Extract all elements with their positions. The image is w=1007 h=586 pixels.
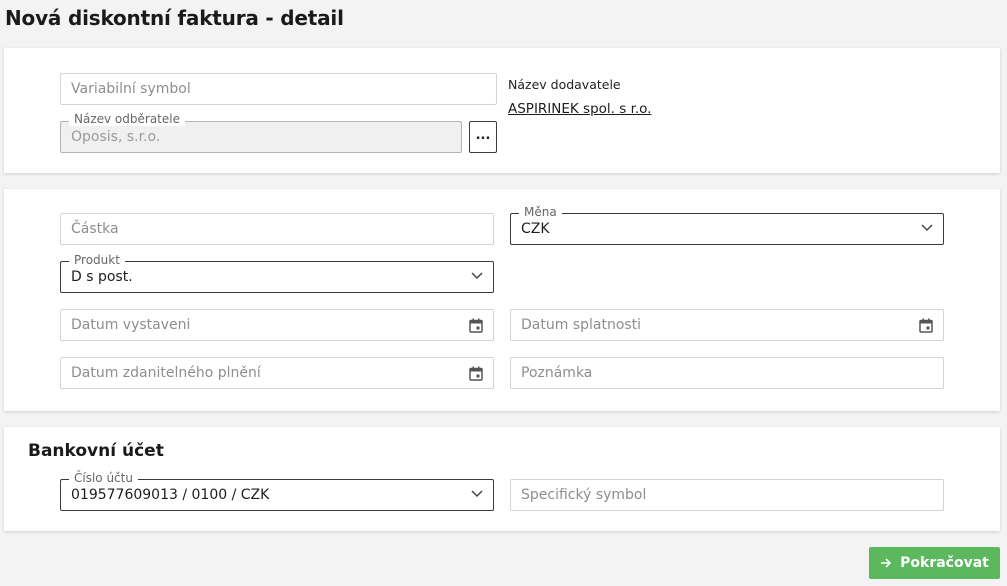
chevron-down-icon <box>471 272 483 280</box>
product-label: Produkt <box>69 253 125 267</box>
note-input[interactable]: Poznámka <box>510 357 944 389</box>
customer-name-value: Oposis, s.r.o. <box>71 129 161 145</box>
calendar-icon[interactable] <box>469 366 483 381</box>
taxable-date-input[interactable]: Datum zdanitelného plnění <box>60 357 494 389</box>
issue-date-input[interactable]: Datum vystaveni <box>60 309 494 341</box>
due-date-input[interactable]: Datum splatnosti <box>510 309 944 341</box>
customer-name-field: Název odběratele Oposis, s.r.o. <box>60 112 462 153</box>
specific-symbol-input[interactable]: Specifický symbol <box>510 479 944 511</box>
customer-picker-button[interactable]: ... <box>469 121 497 153</box>
parties-card: Variabilní symbol Název odběratele Oposi… <box>4 48 1000 173</box>
specific-symbol-placeholder: Specifický symbol <box>521 487 647 503</box>
product-value: D s post. <box>71 269 133 285</box>
currency-value: CZK <box>521 221 550 237</box>
variable-symbol-input[interactable]: Variabilní symbol <box>60 73 497 105</box>
taxable-date-placeholder: Datum zdanitelného plnění <box>71 365 261 381</box>
bank-section-title: Bankovní účet <box>28 441 164 461</box>
currency-select[interactable]: Měna CZK <box>510 205 944 245</box>
calendar-icon[interactable] <box>919 318 933 333</box>
amount-placeholder: Částka <box>71 221 119 237</box>
account-number-label: Číslo účtu <box>69 471 138 485</box>
currency-label: Měna <box>519 205 562 219</box>
bank-card: Bankovní účet Číslo účtu 019577609013 / … <box>4 427 1000 531</box>
variable-symbol-placeholder: Variabilní symbol <box>71 81 191 97</box>
supplier-name-label: Název dodavatele <box>508 77 621 92</box>
account-number-value: 019577609013 / 0100 / CZK <box>71 487 270 503</box>
note-placeholder: Poznámka <box>521 365 593 381</box>
issue-date-placeholder: Datum vystaveni <box>71 317 191 333</box>
amount-input[interactable]: Částka <box>60 213 494 245</box>
chevron-down-icon <box>471 490 483 498</box>
continue-button[interactable]: Pokračovat <box>869 547 1000 579</box>
product-select[interactable]: Produkt D s post. <box>60 253 494 293</box>
continue-label: Pokračovat <box>900 555 989 571</box>
supplier-name-link[interactable]: ASPIRINEK spol. s r.o. <box>508 101 652 117</box>
arrow-right-icon <box>881 558 892 568</box>
account-number-select[interactable]: Číslo účtu 019577609013 / 0100 / CZK <box>60 471 494 511</box>
invoice-card: Částka Měna CZK Produkt D s post. Datum … <box>4 189 1000 411</box>
due-date-placeholder: Datum splatnosti <box>521 317 642 333</box>
customer-name-label: Název odběratele <box>69 112 185 126</box>
chevron-down-icon <box>921 224 933 232</box>
page-title: Nová diskontní faktura - detail <box>5 6 344 30</box>
calendar-icon[interactable] <box>469 318 483 333</box>
